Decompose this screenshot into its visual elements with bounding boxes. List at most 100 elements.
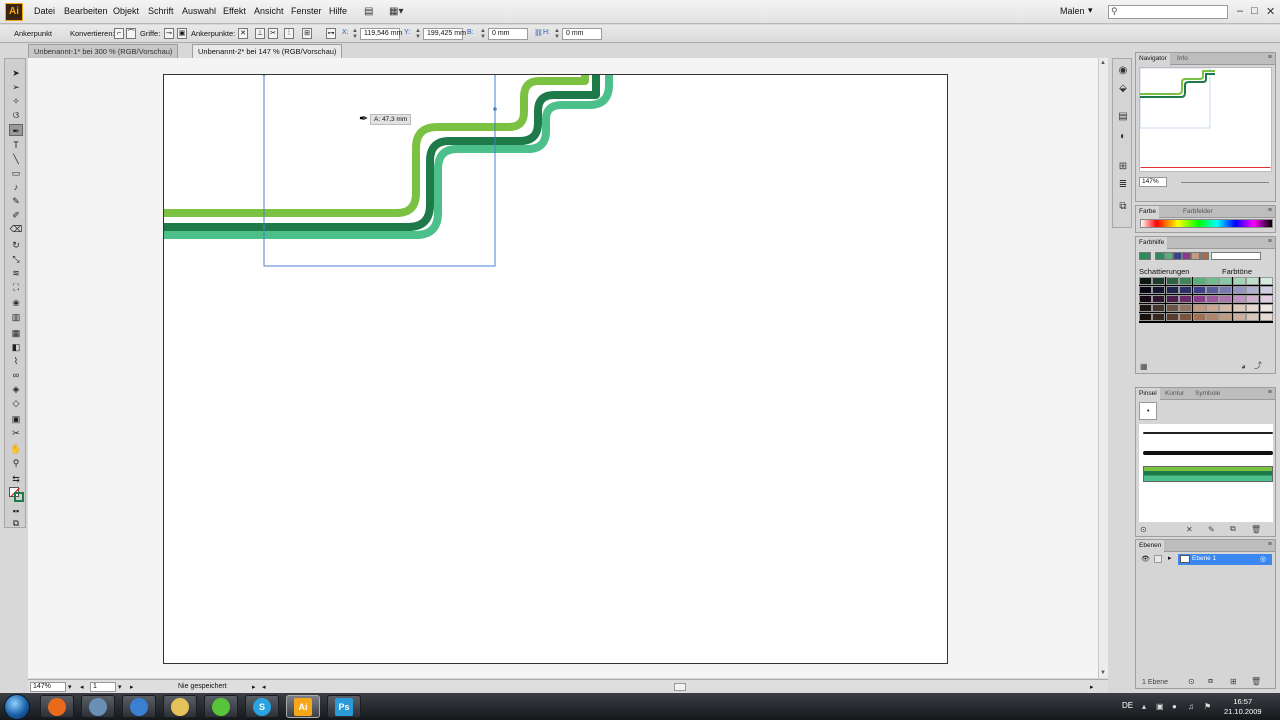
width-spinner-icon[interactable]: ▲ ▼ bbox=[480, 28, 486, 40]
pathfinder-icon[interactable]: ⧉ bbox=[1117, 201, 1129, 213]
convert-smooth-icon[interactable]: ⌒ bbox=[126, 28, 136, 39]
taskbar-media-button[interactable] bbox=[122, 695, 156, 718]
brush-stroke-thick[interactable] bbox=[1143, 451, 1273, 455]
cut-path-icon[interactable]: ✂ bbox=[268, 28, 278, 39]
color-guide-cell[interactable] bbox=[1206, 277, 1219, 285]
hand-tool-icon[interactable]: ✋ bbox=[9, 443, 23, 455]
lasso-tool-icon[interactable]: ଓ bbox=[9, 109, 23, 121]
color-icon[interactable]: ◉ bbox=[1117, 65, 1129, 77]
color-guide-cell[interactable] bbox=[1219, 277, 1233, 285]
color-guide-cell[interactable] bbox=[1219, 295, 1233, 303]
maximize-icon[interactable]: □ bbox=[1251, 5, 1258, 17]
color-guide-cell[interactable] bbox=[1219, 286, 1233, 294]
panel-menu-icon[interactable]: ≡ bbox=[1268, 238, 1272, 245]
tray-network-icon[interactable]: ▣ bbox=[1156, 702, 1164, 711]
delete-brush-icon[interactable]: 🗑 bbox=[1251, 525, 1261, 534]
color-guide-cell[interactable] bbox=[1165, 313, 1179, 321]
status-menu-icon[interactable]: ▸ bbox=[252, 683, 256, 691]
artboard-number-field[interactable]: 1 bbox=[90, 682, 116, 692]
arrange-documents-icon[interactable]: ▦▾ bbox=[389, 5, 403, 18]
remove-stroke-icon[interactable]: ✕ bbox=[1186, 525, 1193, 534]
remove-anchor-icon[interactable]: ✕ bbox=[238, 28, 248, 39]
color-guide-cell[interactable] bbox=[1139, 286, 1152, 294]
libraries-icon[interactable]: ⬙ bbox=[1117, 83, 1129, 95]
slice-tool-icon[interactable]: ✂ bbox=[9, 427, 23, 439]
connect-anchor-icon[interactable]: ⊥ bbox=[255, 28, 265, 39]
isolate-icon[interactable]: ⁞ bbox=[284, 28, 294, 39]
chevron-down-icon[interactable]: ▾ bbox=[68, 683, 72, 691]
navigator-zoom-field[interactable]: 147% bbox=[1139, 177, 1167, 187]
hscroll-right-icon[interactable]: ▸ bbox=[1090, 683, 1094, 691]
layer-name[interactable]: Ebene 1 bbox=[1178, 554, 1272, 565]
eyedropper-tool-icon[interactable]: ⌇ bbox=[9, 355, 23, 367]
brush-library-icon[interactable]: ⊙ bbox=[1140, 525, 1147, 534]
close-icon[interactable]: ✕ bbox=[1266, 5, 1275, 18]
navigator-preview[interactable] bbox=[1139, 67, 1272, 172]
horizontal-scrollbar-thumb[interactable] bbox=[674, 683, 686, 691]
document-status[interactable]: Nie gespeichert bbox=[178, 683, 227, 690]
color-spectrum[interactable] bbox=[1140, 219, 1273, 228]
hscroll-left-icon[interactable]: ◂ bbox=[262, 683, 266, 691]
reference-point-icon[interactable]: ⊶ bbox=[326, 28, 336, 39]
tab-document-1[interactable]: Unbenannt-1* bei 300 % (RGB/Vorschau) bbox=[28, 44, 179, 58]
color-guide-cell[interactable] bbox=[1259, 313, 1273, 321]
color-guide-cell[interactable] bbox=[1179, 313, 1193, 321]
color-guide-cell[interactable] bbox=[1259, 286, 1273, 294]
target-circle-icon[interactable]: ◎ bbox=[1260, 555, 1266, 563]
color-guide-cell[interactable] bbox=[1139, 304, 1152, 312]
color-guide-cell[interactable] bbox=[1206, 286, 1219, 294]
chevron-down-icon[interactable]: ▾ bbox=[118, 683, 122, 691]
color-guide-cell[interactable] bbox=[1232, 286, 1246, 294]
live-paint-tool-icon[interactable]: ◈ bbox=[9, 383, 23, 395]
menu-schrift[interactable]: Schrift bbox=[148, 6, 174, 16]
rectangle-tool-icon[interactable]: ▭ bbox=[9, 167, 23, 179]
tray-volume-icon[interactable]: ♫ bbox=[1188, 702, 1194, 711]
convert-corner-icon[interactable]: ⌐ bbox=[114, 28, 124, 39]
panel-menu-icon[interactable]: ≡ bbox=[1268, 207, 1272, 214]
tab-ebenen[interactable]: Ebenen bbox=[1136, 540, 1165, 552]
new-brush-icon[interactable]: ⧉ bbox=[1230, 524, 1236, 534]
tab-kontur[interactable]: Kontur bbox=[1162, 388, 1187, 400]
scroll-up-icon[interactable]: ▲ bbox=[1100, 60, 1106, 66]
color-guide-cell[interactable] bbox=[1165, 295, 1179, 303]
gradient-icon[interactable]: ▤ bbox=[1117, 111, 1129, 123]
color-guide-cell[interactable] bbox=[1206, 295, 1219, 303]
color-guide-cell[interactable] bbox=[1219, 304, 1233, 312]
bridge-icon[interactable]: ▤ bbox=[364, 5, 373, 18]
minimize-icon[interactable]: – bbox=[1237, 5, 1243, 17]
taskbar-folder-button[interactable] bbox=[163, 695, 197, 718]
base-color-swatch[interactable] bbox=[1139, 252, 1151, 260]
artboard-prev-icon[interactable]: ◂ bbox=[80, 683, 84, 691]
handles-show-icon[interactable]: ⊸ bbox=[164, 28, 174, 39]
artboard[interactable] bbox=[163, 74, 948, 664]
gradient-tool-icon[interactable]: ◧ bbox=[9, 341, 23, 353]
workspace-switcher[interactable]: Malen bbox=[1060, 6, 1085, 16]
magic-wand-tool-icon[interactable]: ✧ bbox=[9, 95, 23, 107]
tab-pinsel[interactable]: Pinsel bbox=[1136, 388, 1160, 400]
direct-selection-tool-icon[interactable]: ➢ bbox=[9, 81, 23, 93]
color-guide-cell[interactable] bbox=[1206, 313, 1219, 321]
zoom-tool-icon[interactable]: ⚲ bbox=[9, 457, 23, 469]
harmony-swatch[interactable] bbox=[1155, 252, 1164, 260]
height-spinner-icon[interactable]: ▲ ▼ bbox=[554, 28, 560, 40]
color-guide-cell[interactable] bbox=[1246, 286, 1260, 294]
brush-list[interactable] bbox=[1139, 424, 1273, 522]
brush-calligraphic[interactable]: • bbox=[1139, 402, 1157, 420]
menu-objekt[interactable]: Objekt bbox=[113, 6, 139, 16]
color-guide-cell[interactable] bbox=[1259, 304, 1273, 312]
chevron-down-icon[interactable]: ▾ bbox=[1088, 5, 1093, 16]
color-guide-cell[interactable] bbox=[1232, 313, 1246, 321]
warp-tool-icon[interactable]: ≋ bbox=[9, 267, 23, 279]
taskbar-icq-button[interactable] bbox=[204, 695, 238, 718]
tab-farbe[interactable]: Farbe bbox=[1136, 206, 1159, 218]
color-guide-cell[interactable] bbox=[1232, 295, 1246, 303]
tab-navigator[interactable]: Navigator bbox=[1136, 53, 1170, 65]
tab-farbhilfe[interactable]: Farbhilfe bbox=[1136, 237, 1168, 249]
color-mode-icon[interactable]: ▪▪ bbox=[9, 505, 23, 517]
harmony-swatch[interactable] bbox=[1173, 252, 1182, 260]
x-spinner-icon[interactable]: ▲ ▼ bbox=[352, 28, 358, 40]
rotate-tool-icon[interactable]: ↻ bbox=[9, 239, 23, 251]
tray-arrow-icon[interactable]: ▴ bbox=[1142, 702, 1146, 711]
lock-proportions-icon[interactable]: ⛓ bbox=[534, 29, 543, 37]
color-guide-cell[interactable] bbox=[1152, 295, 1166, 303]
